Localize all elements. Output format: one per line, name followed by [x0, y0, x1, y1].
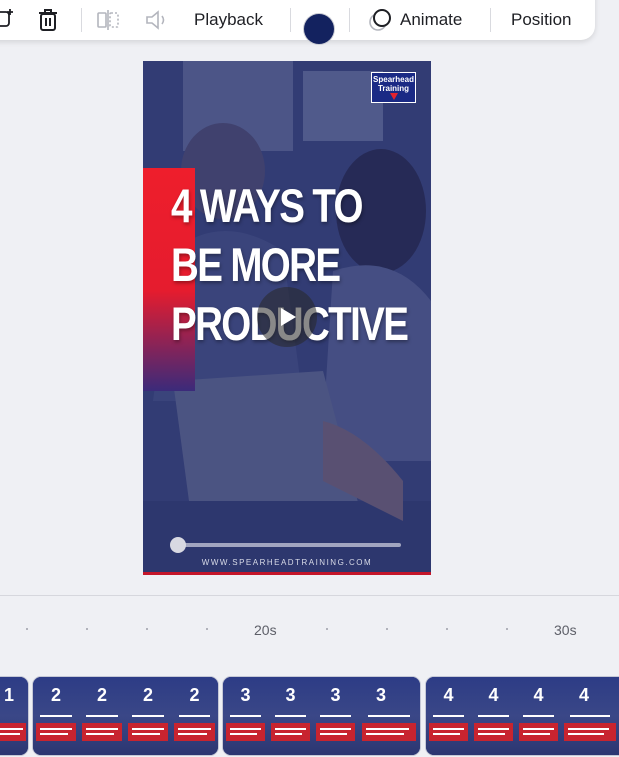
bottom-accent-strip — [143, 572, 431, 575]
website-text: WWW.SPEARHEADTRAINING.COM — [201, 558, 373, 567]
volume-icon[interactable] — [144, 0, 170, 40]
clip-thumbnail: 3 — [313, 677, 358, 755]
timeline-clip[interactable]: 1 — [0, 677, 28, 755]
toolbar-divider — [349, 8, 350, 32]
headline-line: 4 WAYS TO — [171, 179, 364, 232]
toolbar-divider — [290, 8, 291, 32]
ruler-dot — [146, 628, 148, 630]
timeline-clip[interactable]: 4 4 4 4 — [426, 677, 619, 755]
ruler-dot — [386, 628, 388, 630]
timeline-clip[interactable]: 3 3 3 3 — [223, 677, 420, 755]
clip-thumbnail: 4 — [471, 677, 516, 755]
headline-line: BE MORE — [171, 238, 341, 291]
animate-icon[interactable] — [366, 0, 394, 40]
play-button[interactable] — [257, 287, 317, 347]
brand-logo: Spearhead Training — [371, 72, 416, 103]
clip-thumbnail: 3 — [268, 677, 313, 755]
play-icon — [281, 308, 296, 326]
ruler-dot — [506, 628, 508, 630]
ruler-dot — [206, 628, 208, 630]
clip-thumbnail: 3 — [358, 677, 420, 755]
clip-thumbnail: 3 — [223, 677, 268, 755]
clip-thumbnail: 2 — [125, 677, 171, 755]
clip-thumbnail: 1 — [0, 677, 28, 755]
toolbar-divider — [81, 8, 82, 32]
delete-icon[interactable] — [36, 0, 60, 40]
add-comment-icon[interactable] — [0, 0, 16, 40]
editor-toolbar: Playback Animate Position — [0, 0, 595, 44]
ruler-dot — [326, 628, 328, 630]
ruler-dot — [86, 628, 88, 630]
timeline-clip[interactable]: 2 2 2 2 — [33, 677, 218, 755]
playback-button[interactable]: Playback — [194, 0, 263, 40]
split-icon[interactable] — [95, 0, 121, 40]
clip-thumbnail: 4 — [516, 677, 561, 755]
video-preview[interactable]: 4 WAYS TO BE MORE PRODUCTIVE Spearhead T… — [143, 61, 431, 575]
video-progress-handle[interactable] — [170, 537, 186, 553]
clip-thumbnail: 4 — [561, 677, 619, 755]
animate-button[interactable]: Animate — [400, 0, 462, 40]
toolbar-divider — [490, 8, 491, 32]
clip-thumbnail: 2 — [79, 677, 125, 755]
clip-thumbnail: 2 — [171, 677, 218, 755]
position-button[interactable]: Position — [511, 0, 571, 40]
clip-thumbnail: 4 — [426, 677, 471, 755]
clip-thumbnail: 2 — [33, 677, 79, 755]
ruler-label: 30s — [554, 622, 577, 638]
ruler-dot — [26, 628, 28, 630]
ruler-dot — [446, 628, 448, 630]
ruler-label: 20s — [254, 622, 277, 638]
video-progress-track[interactable] — [173, 543, 401, 547]
color-swatch[interactable] — [304, 14, 334, 44]
timeline-divider — [0, 595, 619, 596]
